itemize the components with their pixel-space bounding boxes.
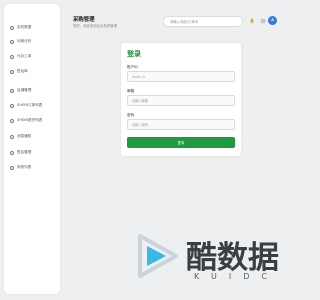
sidebar-item-realtime-data[interactable]: 实时数据 [10,23,31,32]
play-logo-icon [138,234,178,278]
profit-analysis-icon [10,39,14,44]
watermark-text: 酷数据 [186,240,279,276]
page-subtitle: 您好，欢迎来到后台系统管理 [73,24,118,28]
after-sales-management-icon [10,150,14,155]
sidebar-item-after-sales-orders[interactable]: 售后单 [10,67,28,76]
search-input[interactable]: 请输入商品/订单号 [163,16,243,27]
sidebar-item-label: 代办工单 [17,54,32,58]
sidebar-item-label: 实时数据 [17,25,32,29]
sidebar-item-shein-orders[interactable]: SHEIN订单列表 [10,101,42,110]
login-button[interactable]: 登录 [127,137,235,148]
email-placeholder: 请输入邮箱 [132,99,148,103]
store-management-icon [10,88,14,93]
avatar-initials: A [271,17,274,22]
sidebar-item-label: 售后单 [17,69,28,73]
sidebar-item-purchase-list[interactable]: 采购列表 [10,163,31,172]
sidebar-item-label: 店铺管理 [17,88,32,92]
account-field[interactable]: Seller_A [127,71,235,82]
email-label: 邮箱 [127,89,135,93]
bell-icon-glyph [249,18,254,24]
watermark-subtext: KUIDC [194,272,279,281]
bell-icon[interactable] [247,16,256,25]
avatar[interactable]: A [268,16,277,25]
password-field[interactable]: 请输入密码 [127,119,235,130]
notifications-icon [10,134,14,139]
sidebar-item-label: SHEIN退货列表 [17,118,43,122]
sidebar-item-after-sales-management[interactable]: 售后管理 [10,148,31,157]
app-root: 实时数据 利润分析 代办工单 售后单 店铺管理 SHEIN订单列表 SHEIN退… [0,0,300,300]
account-label: 账户ID [127,65,139,69]
purchase-list-icon [10,165,14,170]
sidebar-item-label: 消息通知 [17,134,32,138]
sidebar-item-label: 利润分析 [17,39,32,43]
shein-returns-icon [10,118,14,123]
sidebar-item-notifications[interactable]: 消息通知 [10,132,31,141]
sidebar-item-store-management[interactable]: 店铺管理 [10,86,31,95]
gear-icon[interactable] [258,16,267,25]
pending-tickets-icon [10,54,14,59]
gear-icon-glyph [260,18,265,23]
sidebar-item-profit-analysis[interactable]: 利润分析 [10,37,31,46]
login-button-label: 登录 [177,141,185,145]
password-label: 密码 [127,113,135,117]
email-field[interactable]: 请输入邮箱 [127,95,235,106]
sidebar-item-shein-returns[interactable]: SHEIN退货列表 [10,116,42,125]
watermark: 酷数据 KUIDC [130,228,290,288]
shein-orders-icon [10,103,14,108]
password-placeholder: 请输入密码 [132,123,148,127]
login-card: 登录 账户ID Seller_A 邮箱 请输入邮箱 密码 请输入密码 登录 [121,43,241,156]
sidebar-item-label: SHEIN订单列表 [17,103,43,107]
realtime-data-icon [10,25,14,30]
account-value: Seller_A [132,74,145,79]
sidebar: 实时数据 利润分析 代办工单 售后单 店铺管理 SHEIN订单列表 SHEIN退… [4,4,60,294]
search-placeholder: 请输入商品/订单号 [170,20,199,24]
login-title: 登录 [127,50,141,58]
sidebar-item-pending-tickets[interactable]: 代办工单 [10,52,31,61]
sidebar-item-label: 采购列表 [17,165,32,169]
after-sales-orders-icon [10,69,14,74]
page-title: 采购管理 [73,17,95,23]
sidebar-item-label: 售后管理 [17,150,32,154]
